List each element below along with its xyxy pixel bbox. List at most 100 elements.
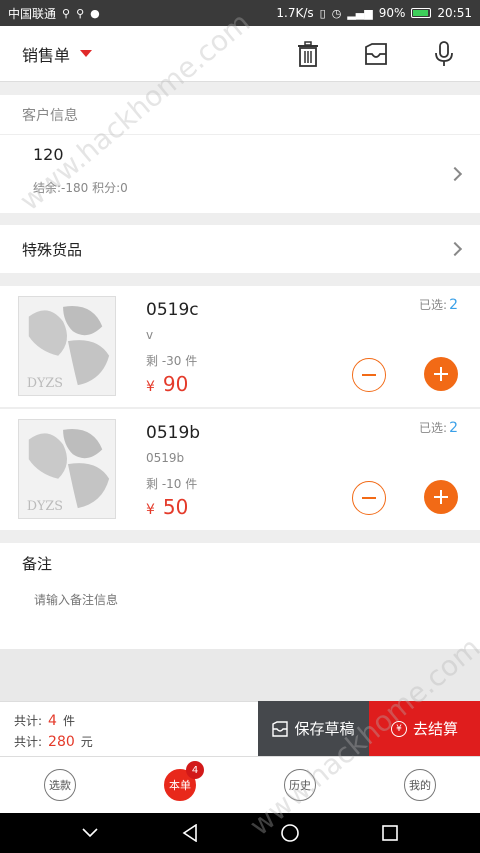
usb-icon: ⚲ bbox=[62, 6, 71, 20]
total-unit: 元 bbox=[80, 735, 93, 749]
increase-button[interactable] bbox=[424, 480, 458, 514]
selected-value: 2 bbox=[449, 420, 458, 436]
selected-count: 已选: 2 bbox=[419, 296, 458, 313]
customer-section-header: 客户信息 bbox=[0, 95, 480, 135]
item-count: 共计: 4 件 bbox=[14, 712, 75, 729]
chat-icon: ● bbox=[90, 6, 100, 20]
total-amount: 共计: 280 元 bbox=[14, 733, 93, 750]
order-count-badge: 4 bbox=[186, 761, 204, 779]
customer-id: 120 bbox=[33, 145, 64, 164]
product-name: 0519b bbox=[146, 423, 201, 443]
selected-label: 已选: bbox=[419, 421, 448, 435]
decrease-button[interactable] bbox=[352, 358, 386, 392]
draft-box-button[interactable] bbox=[360, 38, 392, 70]
recents-square-icon bbox=[382, 825, 398, 841]
product-name: 0519c bbox=[146, 300, 199, 320]
checkout-button[interactable]: ¥ 去结算 bbox=[369, 701, 480, 756]
home-button[interactable] bbox=[270, 813, 310, 853]
back-button[interactable] bbox=[170, 813, 210, 853]
trash-button[interactable] bbox=[292, 38, 324, 70]
battery-icon bbox=[411, 8, 432, 18]
remark-input[interactable] bbox=[34, 593, 454, 607]
product-item[interactable]: DYZS 0519b 0519b 剩 -10 件 ¥ 50 已选: 2 bbox=[0, 409, 480, 531]
save-draft-button[interactable]: 保存草稿 bbox=[258, 701, 369, 756]
chevron-down-icon bbox=[82, 828, 98, 838]
spacer bbox=[0, 649, 480, 701]
checkout-label: 去结算 bbox=[412, 720, 458, 738]
tab-history[interactable]: 历史 bbox=[240, 757, 360, 813]
price-value: 90 bbox=[162, 372, 189, 396]
draft-box-icon bbox=[365, 43, 387, 65]
chevron-right-icon bbox=[447, 166, 463, 182]
chevron-right-icon bbox=[447, 241, 463, 257]
draft-icon bbox=[272, 720, 289, 737]
selected-label: 已选: bbox=[419, 298, 448, 312]
special-goods-label: 特殊货品 bbox=[22, 240, 83, 259]
product-placeholder-icon: DYZS bbox=[19, 420, 115, 518]
recents-button[interactable] bbox=[370, 813, 410, 853]
microphone-icon bbox=[435, 41, 453, 66]
selected-count: 已选: 2 bbox=[419, 419, 458, 436]
network-speed: 1.7K/s bbox=[276, 6, 314, 20]
order-type-dropdown[interactable]: 销售单 bbox=[22, 42, 93, 66]
customer-balance: 结余:-180 积分:0 bbox=[33, 181, 128, 195]
alarm-icon: ◷ bbox=[331, 6, 342, 20]
special-goods-row[interactable]: 特殊货品 bbox=[0, 225, 480, 273]
selected-value: 2 bbox=[449, 297, 458, 313]
minus-icon bbox=[362, 374, 376, 376]
signal-icon: ▂▄▆ bbox=[347, 6, 373, 20]
customer-section-label: 客户信息 bbox=[22, 107, 78, 124]
top-bar: 销售单 bbox=[0, 26, 480, 82]
price-value: 50 bbox=[162, 495, 189, 519]
currency-symbol: ¥ bbox=[146, 502, 155, 518]
system-nav-bar bbox=[0, 813, 480, 853]
tab-current-order[interactable]: 本单 4 bbox=[120, 757, 240, 813]
currency-symbol: ¥ bbox=[146, 379, 155, 395]
trash-icon bbox=[298, 41, 318, 67]
customer-row[interactable]: 120 结余:-180 积分:0 bbox=[0, 135, 480, 213]
count-unit: 件 bbox=[62, 714, 75, 728]
product-image: DYZS bbox=[18, 419, 116, 519]
yen-icon: ¥ bbox=[390, 720, 407, 737]
product-price: ¥ 90 bbox=[146, 372, 188, 396]
status-bar: 中国联通 ⚲ ⚲ ● 1.7K/s ▯ ◷ ▂▄▆ 90% 20:51 bbox=[0, 0, 480, 26]
home-circle-icon bbox=[281, 824, 299, 842]
tab-bar: 选款 本单 4 历史 我的 bbox=[0, 756, 480, 813]
remark-label: 备注 bbox=[22, 555, 53, 573]
product-placeholder-icon: DYZS bbox=[19, 297, 115, 395]
clock: 20:51 bbox=[437, 6, 472, 20]
back-triangle-icon bbox=[182, 824, 197, 842]
vibrate-icon: ▯ bbox=[319, 6, 326, 20]
collapse-button[interactable] bbox=[70, 813, 110, 853]
count-label: 共计: bbox=[14, 714, 43, 728]
product-price: ¥ 50 bbox=[146, 495, 188, 519]
caret-down-icon bbox=[80, 50, 93, 57]
product-spec: v bbox=[146, 328, 154, 342]
tab-mine-label: 我的 bbox=[404, 769, 436, 801]
tab-select-styles[interactable]: 选款 bbox=[0, 757, 120, 813]
voice-button[interactable] bbox=[428, 38, 460, 70]
increase-button[interactable] bbox=[424, 357, 458, 391]
product-image: DYZS bbox=[18, 296, 116, 396]
product-stock: 剩 -10 件 bbox=[146, 477, 198, 491]
battery-percent: 90% bbox=[378, 6, 406, 20]
save-draft-label: 保存草稿 bbox=[294, 720, 355, 738]
count-value: 4 bbox=[48, 713, 57, 729]
tab-mine[interactable]: 我的 bbox=[360, 757, 480, 813]
order-summary: 共计: 4 件 共计: 280 元 bbox=[0, 701, 258, 756]
tab-history-label: 历史 bbox=[284, 769, 316, 801]
decrease-button[interactable] bbox=[352, 481, 386, 515]
tab-select-styles-label: 选款 bbox=[44, 769, 76, 801]
page-title: 销售单 bbox=[22, 45, 71, 65]
carrier-label: 中国联通 bbox=[8, 6, 57, 21]
product-spec: 0519b bbox=[146, 451, 185, 465]
minus-icon bbox=[362, 497, 376, 499]
product-stock: 剩 -30 件 bbox=[146, 354, 198, 368]
svg-text:DYZS: DYZS bbox=[27, 376, 63, 391]
usb-icon-2: ⚲ bbox=[76, 6, 85, 20]
total-value: 280 bbox=[48, 734, 75, 750]
remark-section: 备注 bbox=[0, 543, 480, 649]
product-item[interactable]: DYZS 0519c v 剩 -30 件 ¥ 90 已选: 2 bbox=[0, 286, 480, 408]
total-label: 共计: bbox=[14, 735, 43, 749]
svg-text:DYZS: DYZS bbox=[27, 499, 63, 514]
